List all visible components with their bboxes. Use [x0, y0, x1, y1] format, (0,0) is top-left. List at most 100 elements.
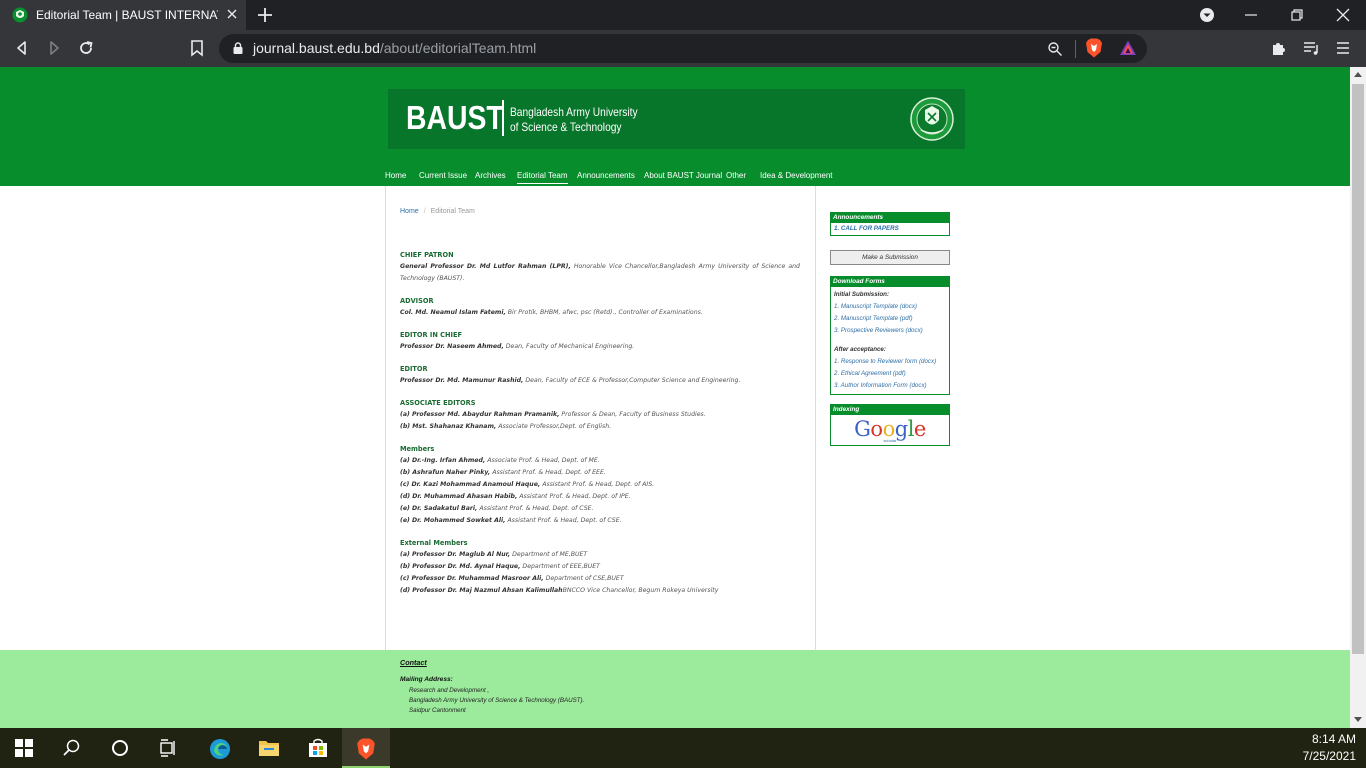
form-link-author-information[interactable]: 3. Author Information Form (docx) — [834, 380, 946, 392]
nav-item-editorial-team[interactable]: Editorial Team — [517, 171, 568, 184]
download-forms-title: Download Forms — [831, 277, 949, 287]
section-external-members: External Members (a) Professor Dr. Maglu… — [400, 537, 800, 597]
clock-time: 8:14 AM — [1311, 732, 1356, 746]
person-entry: (c) Professor Dr. Muhammad Masroor Ali, … — [400, 573, 800, 585]
after-acceptance-label: After acceptance: — [834, 346, 886, 353]
edge-icon — [210, 739, 230, 759]
nav-item-other[interactable]: Other — [726, 171, 746, 180]
person-name: (e) Dr. Mohammed Sowket Ali, — [400, 517, 506, 524]
tab-title: Editorial Team | BAUST INTERNAT — [36, 8, 218, 22]
brave-rewards-icon[interactable] — [1119, 39, 1137, 57]
file-explorer-button[interactable] — [244, 728, 292, 768]
person-name: (b) Mst. Shahanaz Khanam, — [400, 423, 497, 430]
person-name: (a) Professor Md. Abaydur Rahman Pramani… — [400, 411, 560, 418]
footer-address-line: Bangladesh Army University of Science & … — [409, 697, 585, 704]
form-link-ethical-agreement[interactable]: 2. Ethical Agreement (pdf) — [834, 368, 946, 380]
page-scrollbar[interactable] — [1350, 67, 1366, 728]
university-name-line1: Bangladesh Army University — [510, 105, 638, 119]
browser-tab[interactable]: Editorial Team | BAUST INTERNAT — [0, 0, 246, 30]
make-submission-button[interactable]: Make a Submission — [830, 250, 950, 265]
extensions-icon[interactable] — [1270, 39, 1288, 57]
person-role: Department of ME,BUET — [510, 551, 588, 558]
brave-icon — [357, 738, 375, 760]
tab-search-icon[interactable] — [1197, 5, 1217, 25]
lock-icon[interactable] — [231, 41, 245, 55]
close-window-icon[interactable] — [1333, 5, 1353, 25]
site-brand: BAUST — [406, 99, 504, 136]
nav-item-current-issue[interactable]: Current Issue — [419, 171, 467, 180]
start-button[interactable] — [0, 728, 48, 768]
announcement-link[interactable]: 1. CALL FOR PAPERS — [834, 223, 946, 235]
breadcrumb-home-link[interactable]: Home — [400, 208, 419, 215]
person-entry: Professor Dr. Md. Mamunur Rashid, Dean, … — [400, 375, 800, 387]
person-entry: (a) Professor Dr. Maglub Al Nur, Departm… — [400, 549, 800, 561]
person-role: Associate Professor,Dept. of English. — [496, 423, 612, 430]
nav-item-archives[interactable]: Archives — [475, 171, 506, 180]
person-role: Assistant Prof. & Head, Dept. of AIS. — [540, 481, 655, 488]
nav-item-about[interactable]: About BAUST Journal — [644, 171, 722, 180]
person-name: (e) Dr. Sadakatul Bari, — [400, 505, 478, 512]
search-icon — [63, 739, 80, 756]
store-button[interactable] — [293, 728, 341, 768]
scrollbar-thumb[interactable] — [1352, 84, 1364, 654]
person-entry: (c) Dr. Kazi Mohammad Anamoul Haque, Ass… — [400, 479, 800, 491]
person-role: Assistant Prof. & Head, Dept. of IPE. — [517, 493, 631, 500]
form-link-manuscript-docx[interactable]: 1. Manuscript Template (docx) — [834, 301, 946, 313]
announcements-body: 1. CALL FOR PAPERS — [831, 223, 949, 235]
zoom-icon[interactable] — [1047, 41, 1063, 57]
playlist-icon[interactable] — [1302, 39, 1320, 57]
address-bar[interactable]: journal.baust.edu.bd/about/editorialTeam… — [219, 34, 1147, 63]
scroll-up-arrow-icon[interactable] — [1354, 72, 1362, 77]
tab-strip: Editorial Team | BAUST INTERNAT — [0, 0, 1366, 30]
footer-address-line: Research and Development , — [409, 687, 490, 694]
site-banner[interactable]: BAUST Bangladesh Army University of Scie… — [388, 89, 965, 149]
indexing-box: Indexing Google scholar — [830, 404, 950, 446]
nav-item-idea-development[interactable]: Idea & Development — [760, 171, 833, 180]
person-entry: (e) Dr. Mohammed Sowket Ali, Assistant P… — [400, 515, 800, 527]
person-name: (a) Dr.-Ing. Irfan Ahmed, — [400, 457, 486, 464]
person-role: Associate Prof. & Head, Dept. of ME. — [485, 457, 600, 464]
form-link-response-reviewer[interactable]: 1. Response to Reviewer form (docx) — [834, 356, 946, 368]
brave-shields-icon[interactable] — [1085, 38, 1103, 58]
nav-item-home[interactable]: Home — [385, 171, 406, 180]
person-name: (a) Professor Dr. Maglub Al Nur, — [400, 551, 511, 558]
menu-icon[interactable] — [1334, 39, 1352, 57]
minimize-icon[interactable] — [1241, 5, 1261, 25]
task-view-button[interactable] — [144, 728, 192, 768]
bookmark-icon[interactable] — [188, 39, 206, 57]
system-clock[interactable]: 8:14 AM 7/25/2021 — [1303, 731, 1356, 765]
cortana-button[interactable] — [96, 728, 144, 768]
url-host: journal.baust.edu.bd — [253, 40, 380, 56]
person-role: Bir Protik, BHBM, afwc, psc (Retd)., Con… — [505, 309, 703, 316]
back-icon[interactable] — [13, 39, 31, 57]
editorial-team-list: CHIEF PATRON General Professor Dr. Md Lu… — [400, 249, 800, 607]
footer-contact-heading: Contact — [400, 658, 427, 667]
download-forms-box: Download Forms Initial Submission: 1. Ma… — [830, 276, 950, 395]
task-view-icon — [160, 739, 175, 757]
scroll-down-arrow-icon[interactable] — [1354, 717, 1362, 722]
forward-icon[interactable] — [45, 39, 63, 57]
edge-button[interactable] — [195, 728, 243, 768]
person-name: (b) Ashrafun Naher Pinky, — [400, 469, 491, 476]
page-viewport: BAUST Bangladesh Army University of Scie… — [0, 67, 1366, 728]
person-role: Assistant Prof. & Head, Dept. of EEE. — [490, 469, 606, 476]
person-entry: (b) Ashrafun Naher Pinky, Assistant Prof… — [400, 467, 800, 479]
form-link-reviewers-docx[interactable]: 3. Prospective Reviewers (docx) — [834, 325, 946, 337]
form-link-manuscript-pdf[interactable]: 2. Manuscript Template (pdf) — [834, 313, 946, 325]
taskbar-search-button[interactable] — [48, 728, 96, 768]
brave-taskbar-button[interactable] — [342, 728, 390, 768]
person-entry: (b) Professor Dr. Md. Aynal Haque, Depar… — [400, 561, 800, 573]
close-tab-icon[interactable] — [225, 7, 239, 21]
section-title: ASSOCIATE EDITORS — [400, 399, 476, 407]
reload-icon[interactable] — [77, 39, 95, 57]
section-title: Members — [400, 445, 435, 453]
new-tab-icon[interactable] — [256, 6, 274, 24]
breadcrumb: Home / Editorial Team — [400, 208, 475, 215]
section-title: External Members — [400, 539, 468, 547]
nav-item-announcements[interactable]: Announcements — [577, 171, 635, 180]
restore-icon[interactable] — [1287, 5, 1307, 25]
person-role: BNCCO Vice Chancellor, Begum Rokeya Univ… — [562, 587, 719, 594]
person-name: Professor Dr. Naseem Ahmed, — [400, 343, 504, 350]
windows-icon — [15, 739, 33, 757]
google-scholar-logo[interactable]: Google scholar — [831, 415, 949, 445]
